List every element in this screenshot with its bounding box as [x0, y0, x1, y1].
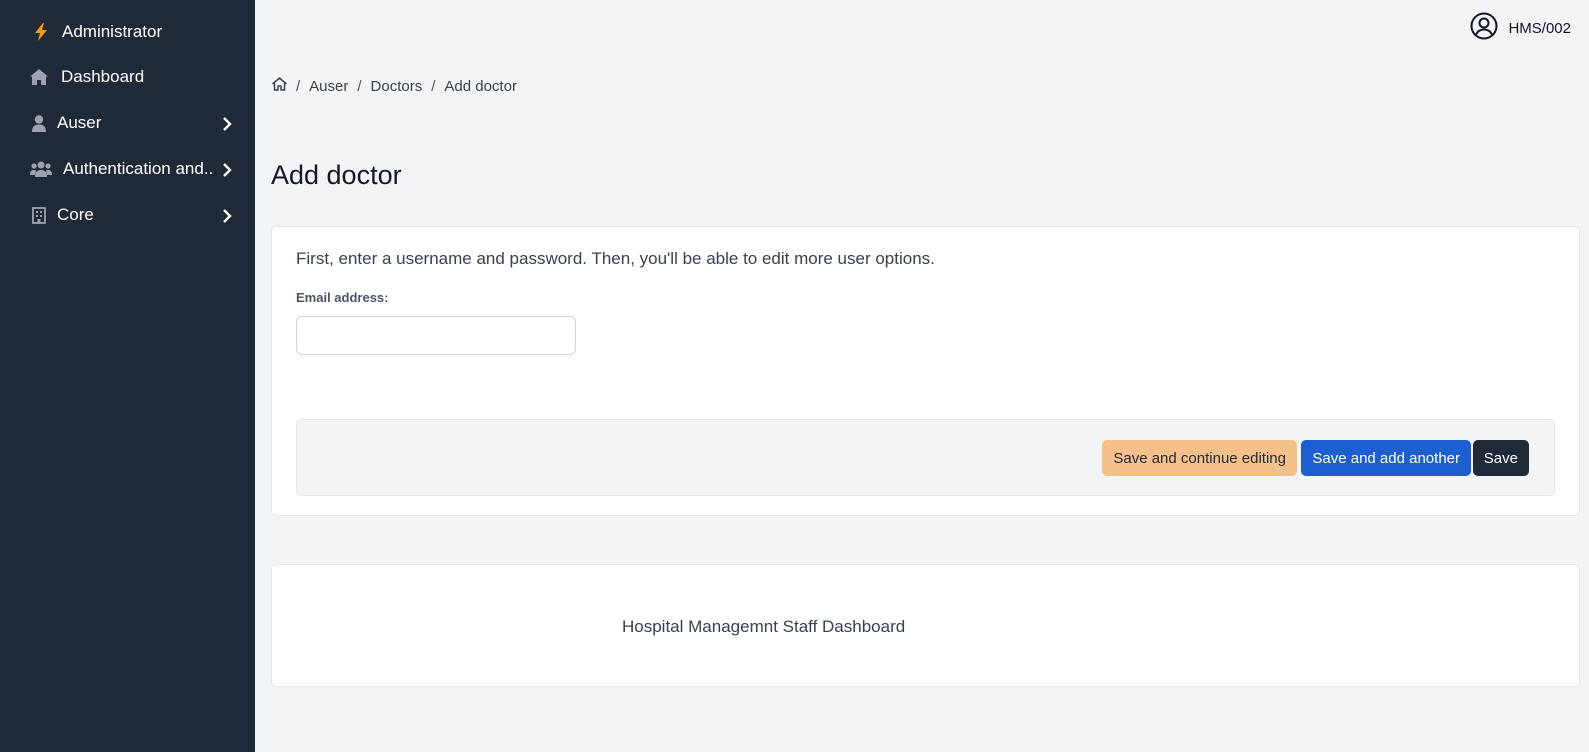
bolt-icon [32, 23, 50, 41]
home-icon[interactable] [272, 77, 287, 95]
breadcrumb-separator: / [431, 77, 436, 95]
sidebar-item-label: Dashboard [61, 67, 145, 86]
submit-row: Save and continue editing Save and add a… [296, 419, 1555, 496]
breadcrumb-doctors[interactable]: Doctors [371, 78, 423, 95]
form-intro: First, enter a username and password. Th… [296, 249, 935, 268]
chevron-right-icon [221, 208, 233, 223]
sidebar-item-label: Core [57, 205, 94, 224]
breadcrumb-current: Add doctor [444, 77, 517, 95]
breadcrumb-separator: / [357, 77, 362, 95]
chevron-right-icon [221, 116, 233, 131]
username: HMS/002 [1508, 19, 1571, 37]
user-menu[interactable]: HMS/002 [1470, 12, 1571, 44]
users-icon [30, 160, 52, 178]
sidebar-item-auser[interactable]: Auser [0, 103, 255, 143]
breadcrumb-separator: / [296, 77, 301, 95]
page-title: Add doctor [271, 160, 402, 190]
footer: Hospital Managemnt Staff Dashboard [271, 564, 1580, 687]
building-icon [30, 206, 48, 224]
chevron-right-icon [221, 162, 233, 177]
user-circle-icon [1470, 12, 1498, 44]
sidebar: Administrator Dashboard Auser Authentica… [0, 0, 255, 752]
sidebar-item-dashboard[interactable]: Dashboard [0, 57, 255, 97]
breadcrumb-auser[interactable]: Auser [309, 78, 348, 95]
sidebar-item-label: Auser [57, 113, 102, 132]
save-button[interactable]: Save [1472, 440, 1529, 476]
home-icon [30, 68, 48, 86]
email-field[interactable] [296, 316, 576, 355]
save-and-continue-button[interactable]: Save and continue editing [1102, 440, 1297, 476]
sidebar-item-label: Authentication and.. [63, 159, 214, 178]
sidebar-item-authentication[interactable]: Authentication and.. [0, 149, 255, 189]
form-card: First, enter a username and password. Th… [271, 226, 1580, 516]
user-icon [30, 114, 48, 132]
email-label: Email address: [296, 290, 389, 305]
breadcrumb: / Auser / Doctors / Add doctor [272, 77, 517, 95]
footer-text: Hospital Managemnt Staff Dashboard [622, 617, 906, 636]
save-and-add-another-button[interactable]: Save and add another [1301, 440, 1471, 476]
sidebar-brand[interactable]: Administrator [0, 12, 255, 52]
sidebar-item-core[interactable]: Core [0, 195, 255, 235]
sidebar-brand-label: Administrator [62, 22, 163, 41]
